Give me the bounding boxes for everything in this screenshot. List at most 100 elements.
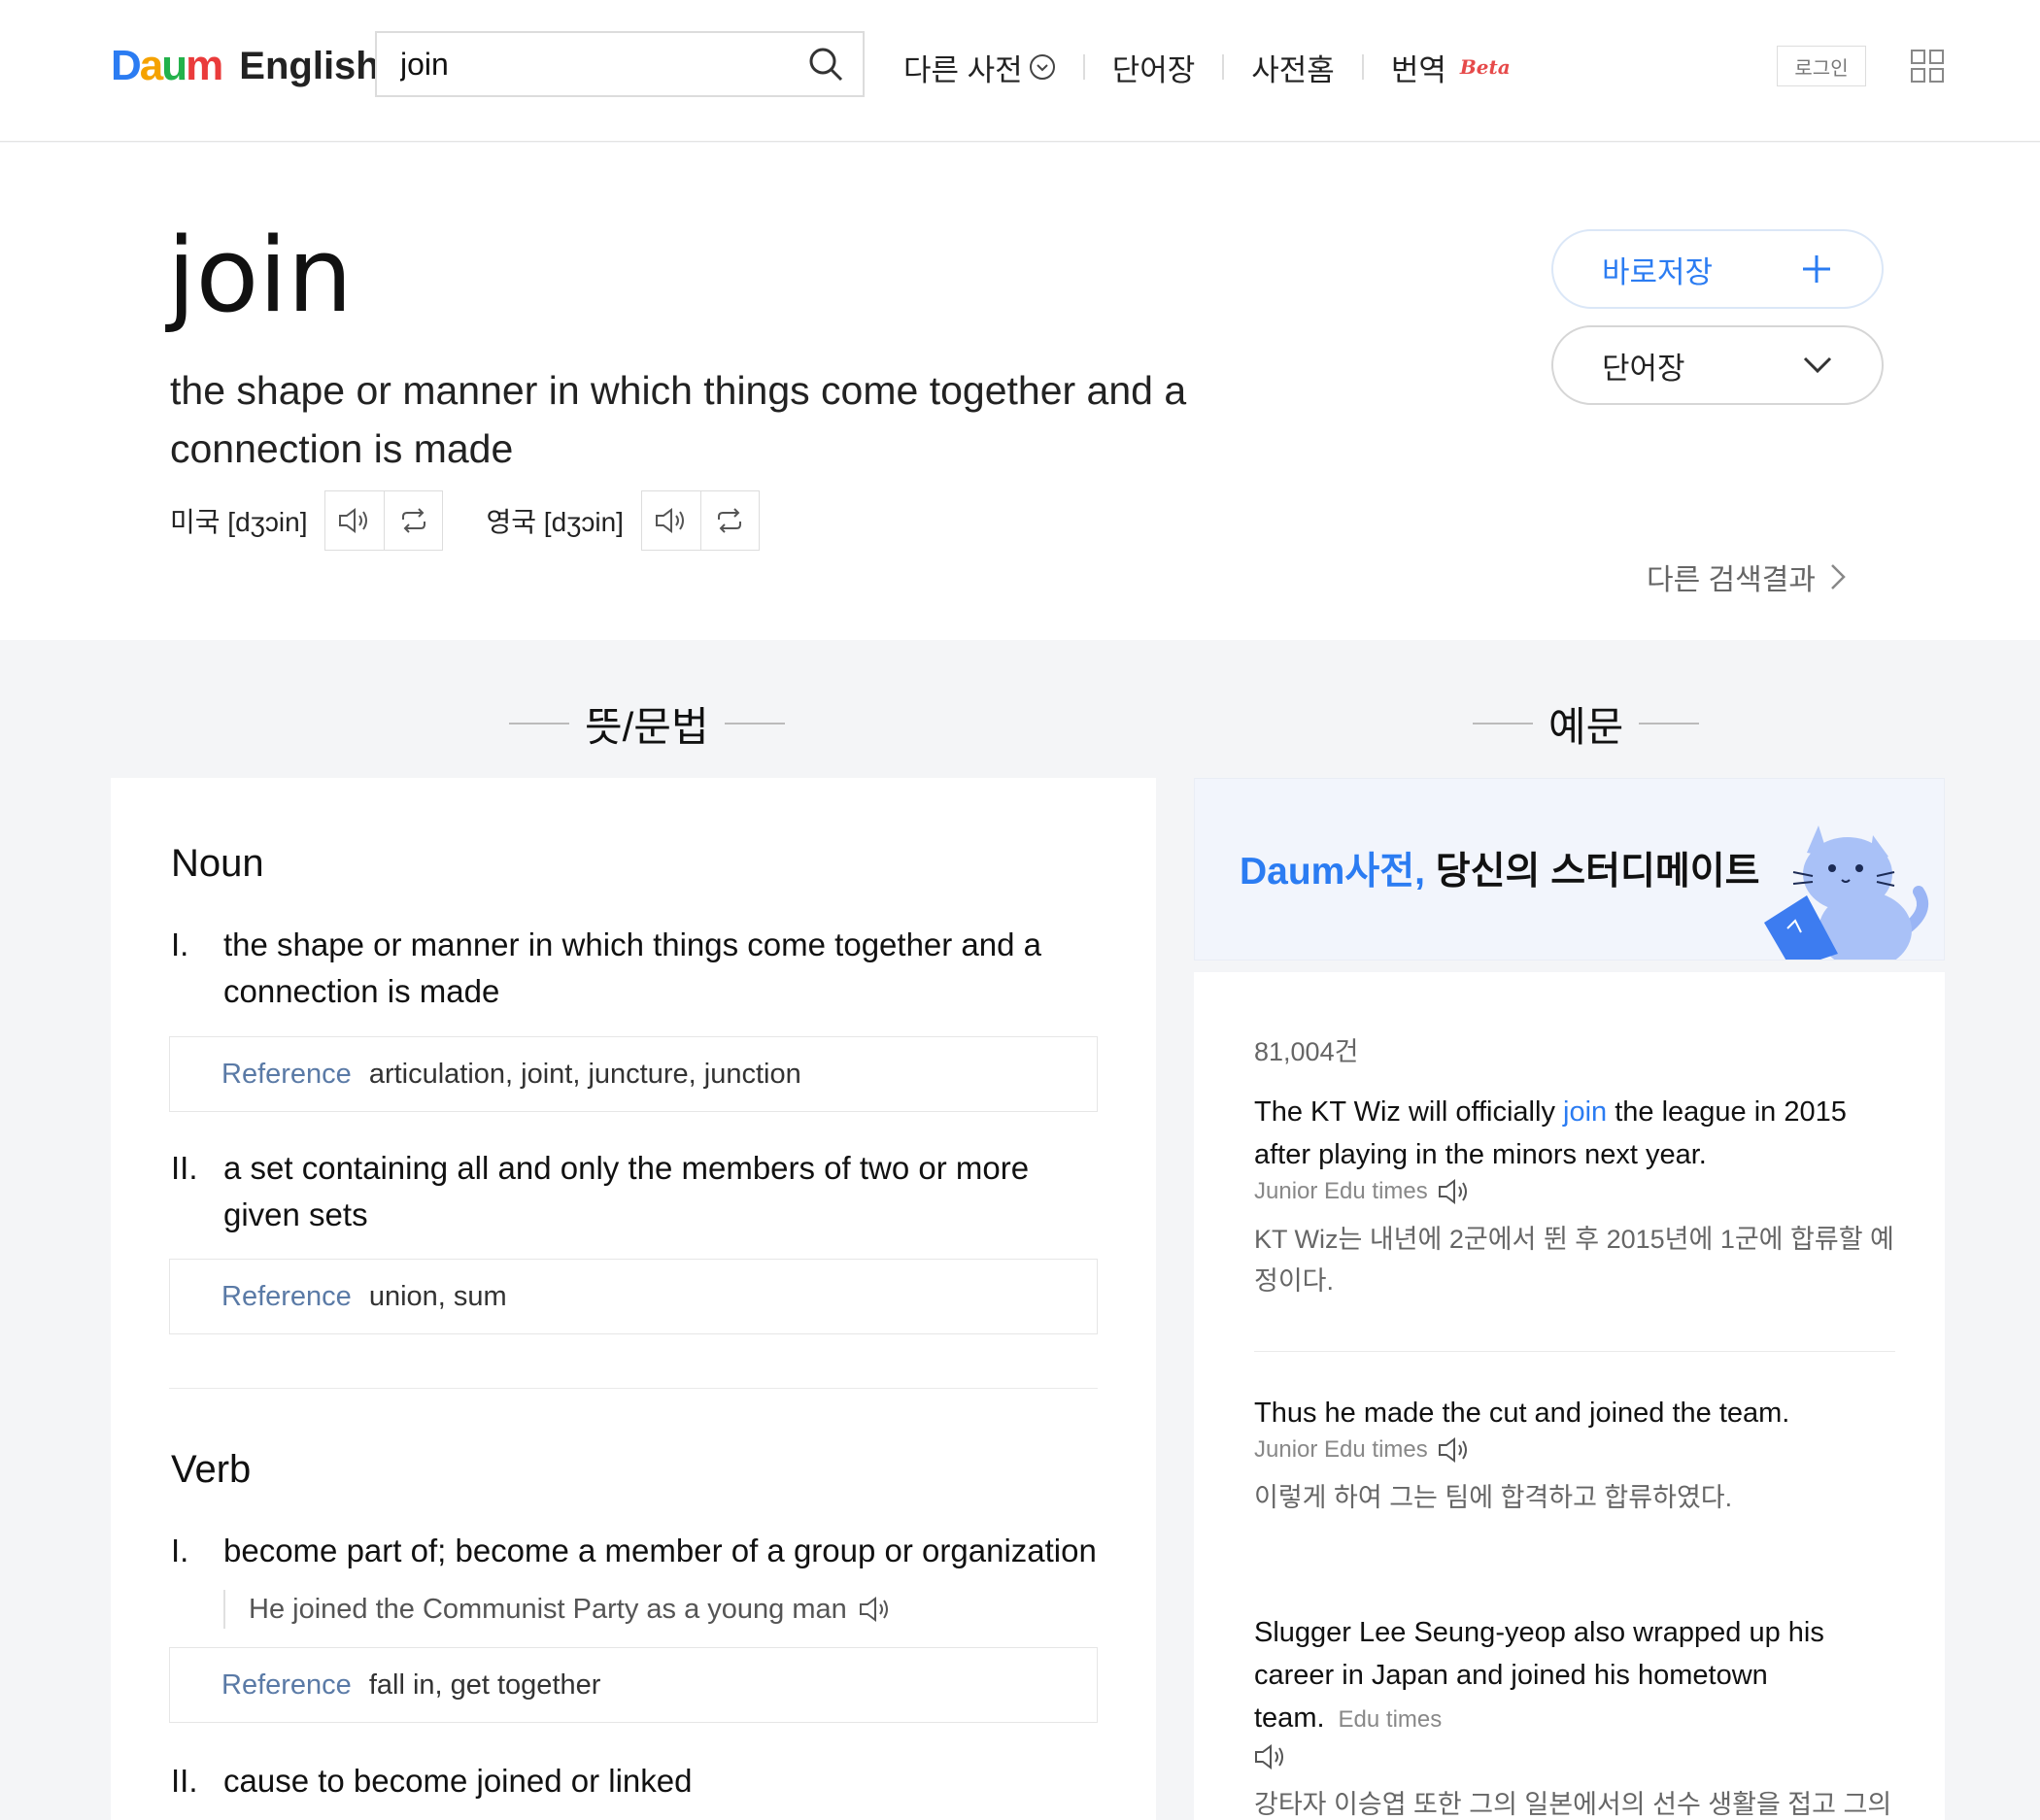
nav-wordbook[interactable]: 단어장	[1112, 46, 1196, 89]
definition-number: I.	[171, 927, 189, 962]
definition-item: I. become part of; become a member of a …	[171, 1528, 1104, 1574]
search-button[interactable]	[806, 45, 845, 84]
nav-divider	[1361, 54, 1364, 80]
pron-uk-buttons	[640, 490, 760, 551]
example-item: The KT Wiz will officially join the leag…	[1254, 1091, 1895, 1302]
search-box	[375, 31, 865, 97]
pron-us-buttons	[324, 490, 444, 551]
example-source: Edu times	[1338, 1706, 1443, 1733]
pos-noun: Noun	[171, 842, 264, 885]
example-item: Thus he made the cut and joined the team…	[1254, 1392, 1895, 1519]
service-menu-button[interactable]	[1910, 49, 1945, 84]
repeat-us-button[interactable]	[384, 491, 442, 550]
banner-text: Daum사전, 당신의 스터디메이트	[1240, 841, 1760, 895]
example-count: 81,004건	[1254, 1037, 1359, 1066]
reference-box: Reference union, sum	[169, 1259, 1098, 1334]
nav-translate[interactable]: 번역 Beta	[1391, 46, 1511, 89]
example-heading-text: 예문	[1548, 703, 1624, 750]
study-mate-banner[interactable]: Daum사전, 당신의 스터디메이트	[1194, 778, 1945, 961]
meaning-section-heading: 뜻/문법	[493, 694, 800, 753]
daum-logo[interactable]: Daum	[111, 42, 223, 90]
play-uk-button[interactable]	[642, 491, 700, 550]
definition-number: II.	[171, 1150, 198, 1186]
example-source-row: Junior Edu times	[1254, 1436, 1895, 1464]
nav-translate-label: 번역	[1390, 52, 1446, 87]
pos-verb: Verb	[171, 1448, 252, 1491]
search-input[interactable]	[400, 43, 789, 85]
heading-line	[509, 723, 569, 725]
example-korean: 이렇게 하여 그는 팀에 합격하고 합류하였다.	[1254, 1483, 1733, 1512]
nav-dict-home[interactable]: 사전홈	[1251, 46, 1335, 89]
nav-other-dict[interactable]: 다른 사전	[903, 46, 1056, 89]
speaker-icon[interactable]	[1438, 1178, 1471, 1205]
quick-save-label: 바로저장	[1602, 254, 1714, 289]
speaker-icon	[655, 508, 684, 533]
reference-label: Reference	[221, 1668, 352, 1701]
reference-label: Reference	[221, 1280, 352, 1312]
banner-tagline: 당신의 스터디메이트	[1424, 851, 1760, 893]
reference-box: Reference fall in, get together	[169, 1647, 1098, 1723]
speaker-icon[interactable]	[859, 1596, 892, 1623]
word-title: join	[167, 216, 353, 335]
definition-item: I. the shape or manner in which things c…	[171, 922, 1104, 1015]
quick-save-button[interactable]: 바로저장	[1551, 229, 1884, 309]
chevron-down-circle-icon	[1029, 54, 1055, 80]
logo-english-text[interactable]: English	[239, 45, 379, 88]
definition-example-text: He joined the Communist Party as a young…	[249, 1593, 847, 1625]
plus-icon	[1803, 255, 1830, 283]
definition-number: I.	[171, 1533, 189, 1568]
example-english: Thus he made the cut and joined the team…	[1254, 1398, 1790, 1429]
pron-uk-label: 영국 [dʒɔin]	[486, 507, 624, 537]
word-summary: the shape or manner in which things come…	[170, 368, 1187, 471]
nav-divider	[1082, 54, 1085, 80]
pronunciation-row: 미국 [dʒɔin] 영국 [dʒɔin]	[170, 490, 802, 551]
pron-us-label: 미국 [dʒɔin]	[170, 507, 308, 537]
definition-number: II.	[171, 1763, 198, 1799]
definition-text: a set containing all and only the member…	[223, 1150, 1030, 1232]
play-us-button[interactable]	[325, 491, 384, 550]
logo[interactable]: Daum English	[111, 39, 380, 93]
reference-label: Reference	[221, 1058, 352, 1090]
banner-brand: Daum사전,	[1240, 851, 1425, 893]
example-english: The KT Wiz will officially join the leag…	[1254, 1091, 1895, 1176]
definition-item: II. cause to become joined or linked	[171, 1758, 1104, 1804]
top-nav: 다른 사전 단어장 사전홈 번역 Beta	[903, 45, 1511, 89]
grid-icon	[1911, 50, 1944, 83]
nav-divider	[1222, 54, 1225, 80]
cat-mascot-illustration	[1764, 826, 1928, 960]
login-button[interactable]: 로그인	[1777, 46, 1866, 86]
example-source: Junior Edu times	[1254, 1436, 1428, 1463]
example-section-heading: 예문	[1457, 694, 1715, 753]
section-divider	[169, 1388, 1098, 1389]
example-english: Slugger Lee Seung-yeop also wrapped up h…	[1254, 1611, 1895, 1741]
definition-text: the shape or manner in which things come…	[223, 927, 1042, 1009]
word-section: join the shape or manner in which things…	[0, 143, 2040, 640]
wordbook-dropdown-label: 단어장	[1602, 351, 1685, 386]
search-icon	[809, 48, 843, 82]
examples-card: 81,004건 The KT Wiz will officially join …	[1194, 972, 1945, 1820]
heading-line	[724, 723, 785, 725]
definition-item: II. a set containing all and only the me…	[171, 1145, 1104, 1238]
reference-words[interactable]: articulation, joint, juncture, junction	[369, 1059, 801, 1091]
example-english-pre: The KT Wiz will officially	[1254, 1096, 1563, 1128]
beta-badge: Beta	[1459, 55, 1511, 79]
speaker-icon[interactable]	[1254, 1743, 1287, 1770]
example-korean: KT Wiz는 내년에 2군에서 뛴 후 2015년에 1군에 합류할 예정이다…	[1254, 1225, 1894, 1296]
nav-other-dict-label: 다른 사전	[903, 52, 1023, 87]
repeat-icon	[718, 508, 742, 533]
example-source-row: Junior Edu times	[1254, 1178, 1895, 1205]
example-korean: 강타자 이승엽 또한 그의 일본에서의 선수 생활을 접고 그의 고향팀에 합류…	[1254, 1790, 1892, 1819]
reference-words[interactable]: fall in, get together	[369, 1669, 601, 1702]
speaker-icon	[339, 508, 368, 533]
chevron-right-icon	[1831, 564, 1846, 590]
other-results-link[interactable]: 다른 검색결과	[1647, 556, 1847, 598]
reference-box: Reference articulation, joint, juncture,…	[169, 1036, 1098, 1112]
header: Daum English 다른 사전 단어장 사전홈 번역 Beta 로그인	[0, 0, 2040, 142]
example-divider	[1254, 1351, 1895, 1352]
example-keyword[interactable]: join	[1563, 1096, 1607, 1128]
reference-words[interactable]: union, sum	[369, 1281, 507, 1313]
wordbook-dropdown[interactable]: 단어장	[1551, 325, 1884, 405]
repeat-uk-button[interactable]	[699, 491, 759, 550]
definition-example: He joined the Communist Party as a young…	[223, 1590, 892, 1629]
speaker-icon[interactable]	[1438, 1436, 1471, 1464]
